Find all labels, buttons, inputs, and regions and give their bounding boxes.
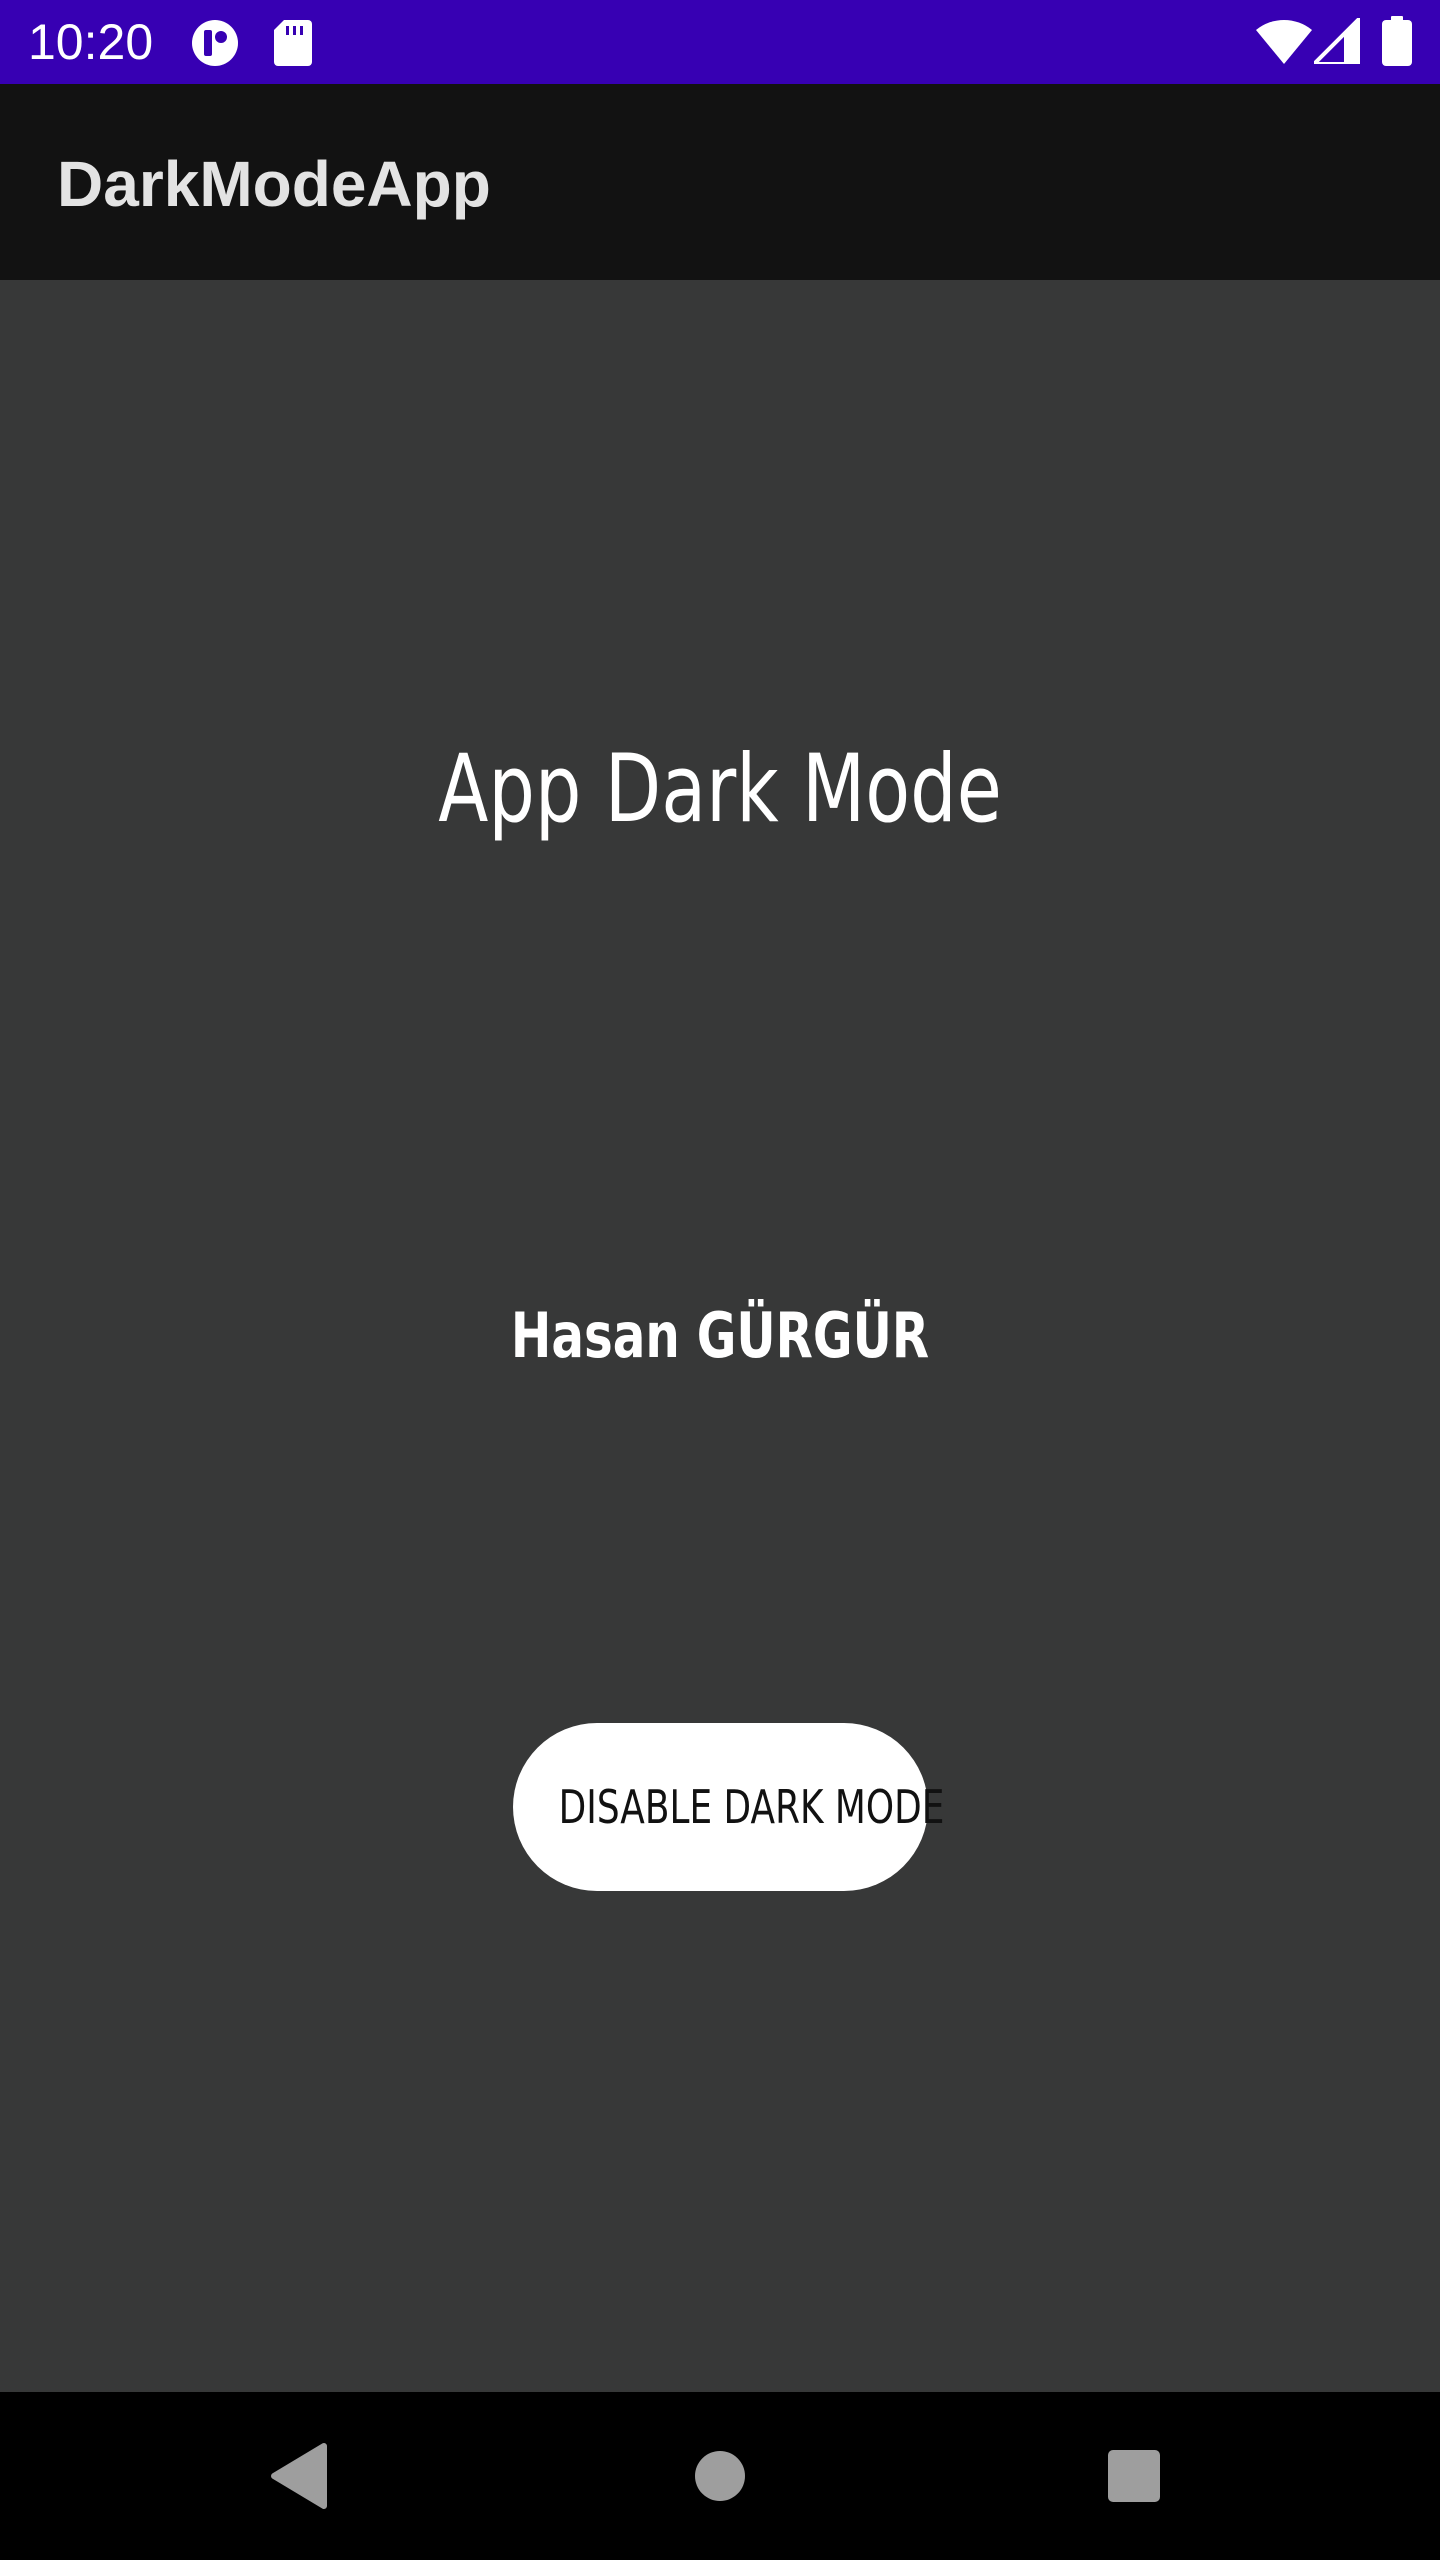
cellular-signal-icon bbox=[1309, 13, 1362, 69]
navigation-bar bbox=[0, 2392, 1440, 2560]
status-time: 10:20 bbox=[28, 14, 154, 70]
home-icon bbox=[695, 2451, 745, 2501]
back-button[interactable] bbox=[200, 2392, 400, 2560]
main-content: App Dark Mode Hasan GÜRGÜR DISABLE DARK … bbox=[0, 280, 1440, 2392]
disable-dark-mode-button-label: DISABLE DARK MODE bbox=[558, 1780, 945, 1834]
main-heading: App Dark Mode bbox=[438, 735, 1002, 844]
sd-card-icon bbox=[274, 20, 312, 71]
recents-icon bbox=[1108, 2450, 1160, 2502]
author-name: Hasan GÜRGÜR bbox=[510, 1299, 930, 1372]
status-bar: 10:20 bbox=[0, 0, 1440, 84]
app-screen: 10:20 DarkModeApp App Dark Mode Hasan GÜ… bbox=[0, 0, 1440, 2560]
home-button[interactable] bbox=[620, 2392, 820, 2560]
back-icon bbox=[271, 2443, 327, 2509]
app-title: DarkModeApp bbox=[57, 148, 491, 220]
battery-icon bbox=[1382, 16, 1412, 71]
recents-button[interactable] bbox=[1034, 2392, 1234, 2560]
wifi-icon bbox=[1256, 18, 1312, 69]
app-bar: DarkModeApp bbox=[0, 84, 1440, 280]
app-notification-icon bbox=[190, 18, 240, 73]
disable-dark-mode-button[interactable]: DISABLE DARK MODE bbox=[513, 1723, 945, 1891]
